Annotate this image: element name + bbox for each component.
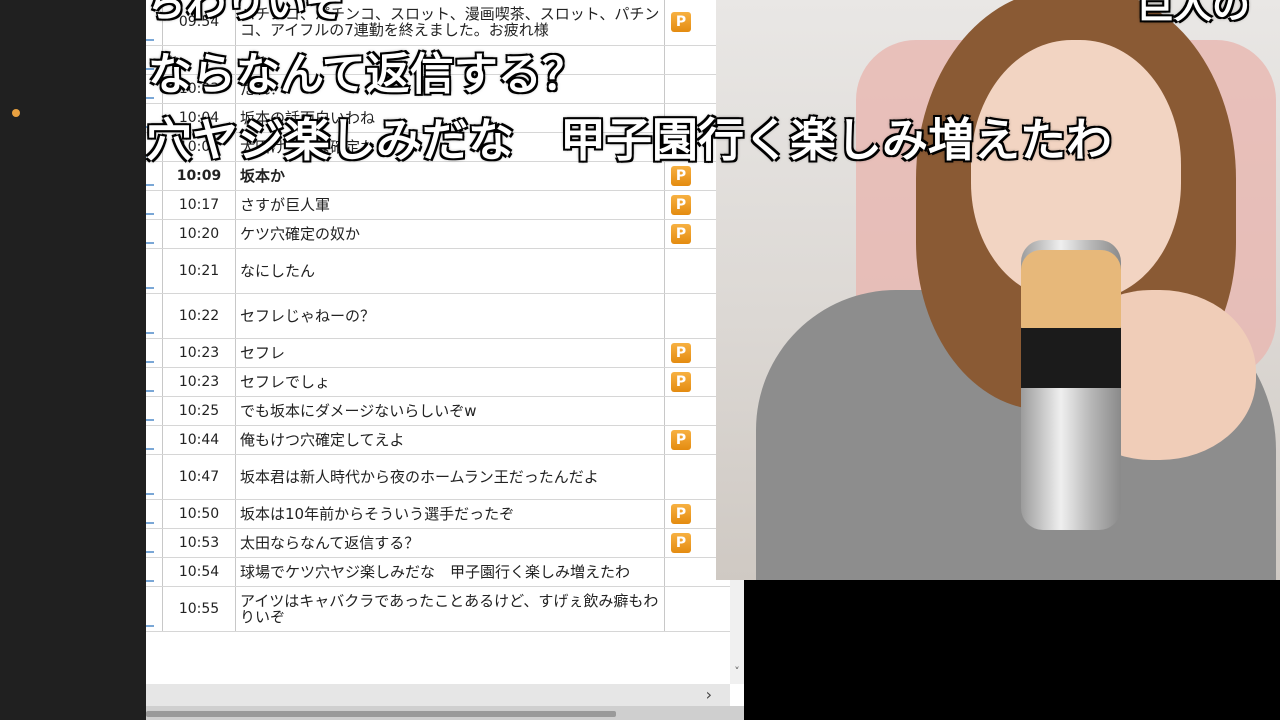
comment-time: 10:21 [162,248,236,294]
comment-tick [146,579,154,582]
comment-row[interactable]: 10:25 でも坂本にダメージないらしいぞw [146,396,731,426]
comment-tick [146,624,154,627]
comment-row[interactable]: 10:50 坂本は10年前からそういう選手だったぞ P [146,499,731,529]
comment-marker [146,499,163,529]
comment-text: セフレじゃねーの？ [235,293,665,339]
comment-marker [146,190,163,220]
scroll-right-icon[interactable]: › [706,684,712,706]
comment-tick [146,550,154,553]
bottom-scrollbar[interactable] [146,706,744,720]
comment-text: ケツ穴確定の奴か [235,219,665,249]
comment-row[interactable]: 10:21 なにしたん [146,248,731,294]
premium-badge-icon: P [671,503,691,524]
comment-time: 10:50 [162,499,236,529]
comment-time: 10:17 [162,190,236,220]
status-dot [12,109,20,117]
comment-tick [146,286,154,289]
comment-row[interactable]: 10:54 球場でケツ穴ヤジ楽しみだな 甲子園行く楽しみ増えたわ [146,557,731,587]
scrollbar-thumb[interactable] [146,711,616,717]
comment-tick [146,492,154,495]
comment-marker [146,396,163,426]
comment-marker [146,219,163,249]
comment-time: 10:23 [162,338,236,368]
comment-text: なにしたん [235,248,665,294]
overlay-comment-3: 穴ヤジ楽しみだな 甲子園行く楽しみ増えたわ [146,113,1112,167]
comment-text: 太田ならなんて返信する？ [235,528,665,558]
comment-marker [146,248,163,294]
premium-badge-icon: P [671,371,691,392]
comment-text: 俺もけつ穴確定してえよ [235,425,665,455]
comment-text: 坂本は10年前からそういう選手だったぞ [235,499,665,529]
video-player[interactable] [716,0,1280,580]
comment-marker [146,367,163,397]
comment-tick [146,360,154,363]
comment-row[interactable]: 10:23 セフレでしょ P [146,367,731,397]
comment-text: アイツはキャバクラであったことあるけど、すげぇ飲み癖もわりいぞ [235,586,665,632]
comment-row[interactable]: 10:22 セフレじゃねーの？ [146,293,731,339]
comment-text: セフレでしょ [235,367,665,397]
comment-time: 10:53 [162,528,236,558]
overlay-comment-2: ならなんて返信する？ [148,49,586,100]
left-sidebar [0,0,146,720]
premium-badge-icon: P [671,429,691,450]
comment-tick [146,212,154,215]
horizontal-scrollbar[interactable]: › [146,684,730,706]
comment-time: 10:54 [162,557,236,587]
vertical-scrollbar[interactable]: ˅ [730,580,744,684]
comment-tick [146,447,154,450]
comment-row[interactable]: 10:55 アイツはキャバクラであったことあるけど、すげぇ飲み癖もわりいぞ [146,586,731,632]
comment-marker [146,528,163,558]
overlay-comment-4: 巨人の [1136,0,1251,27]
comment-tick [146,183,154,186]
comment-time: 10:55 [162,586,236,632]
comment-tick [146,418,154,421]
comment-tick [146,389,154,392]
comment-row[interactable]: 10:44 俺もけつ穴確定してえよ P [146,425,731,455]
video-can-band [1021,328,1121,388]
comment-marker [146,557,163,587]
premium-badge-icon: P [671,12,691,33]
comment-row[interactable]: 10:20 ケツ穴確定の奴か P [146,219,731,249]
comment-text: 坂本君は新人時代から夜のホームラン王だったんだよ [235,454,665,500]
comment-time: 10:20 [162,219,236,249]
overlay-comment-1: ちわりいぞ [146,0,346,26]
scroll-down-icon[interactable]: ˅ [730,665,744,678]
comment-row[interactable]: 10:17 さすが巨人軍 P [146,190,731,220]
comment-flag [664,586,731,632]
premium-badge-icon: P [671,223,691,244]
comment-marker [146,454,163,500]
premium-badge-icon: P [671,194,691,215]
premium-badge-icon: P [671,532,691,553]
comment-row[interactable]: 10:47 坂本君は新人時代から夜のホームラン王だったんだよ [146,454,731,500]
comment-tick [146,241,154,244]
comment-marker [146,293,163,339]
comment-marker [146,338,163,368]
video-can-label [1021,250,1121,330]
comment-time: 10:23 [162,367,236,397]
comment-text: さすが巨人軍 [235,190,665,220]
comment-tick [146,331,154,334]
comment-text: 球場でケツ穴ヤジ楽しみだな 甲子園行く楽しみ増えたわ [235,557,665,587]
comment-time: 10:22 [162,293,236,339]
comment-time: 10:47 [162,454,236,500]
premium-badge-icon: P [671,342,691,363]
comment-row[interactable]: 10:23 セフレ P [146,338,731,368]
comment-marker [146,425,163,455]
comment-time: 10:44 [162,425,236,455]
comment-tick [146,521,154,524]
comment-text: セフレ [235,338,665,368]
comment-time: 10:25 [162,396,236,426]
comment-marker [146,586,163,632]
comment-row[interactable]: 10:53 太田ならなんて返信する？ P [146,528,731,558]
comment-text: でも坂本にダメージないらしいぞw [235,396,665,426]
